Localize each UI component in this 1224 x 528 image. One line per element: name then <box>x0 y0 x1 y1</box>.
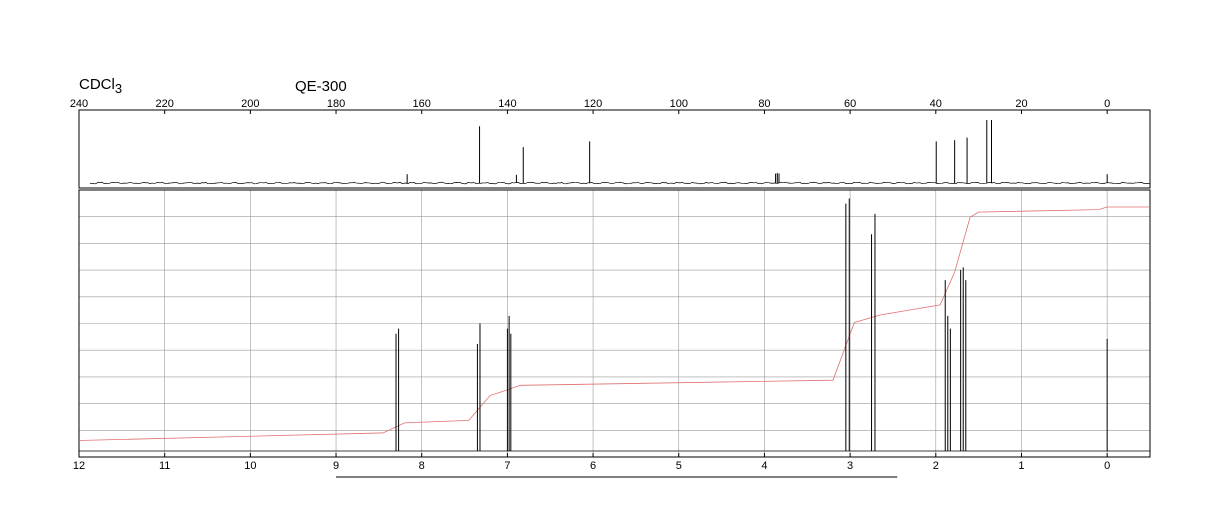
h1-tick-label: 5 <box>676 460 682 472</box>
c13-frame <box>78 109 1151 189</box>
h1-tick-label: 0 <box>1104 460 1110 472</box>
c13-tick-label: 40 <box>930 98 942 110</box>
c13-tick-label: 240 <box>70 98 88 110</box>
c13-tick-label: 0 <box>1104 98 1110 110</box>
h1-tick-label: 7 <box>504 460 510 472</box>
c13-tick-label: 60 <box>844 98 856 110</box>
c13-tick-label: 120 <box>584 98 602 110</box>
c13-tick-label: 220 <box>156 98 174 110</box>
h1-tick-label: 2 <box>933 460 939 472</box>
c13-tick-label: 200 <box>241 98 259 110</box>
h1-tick-label: 8 <box>419 460 425 472</box>
h1-tick-label: 3 <box>847 460 853 472</box>
c13-tick-label: 160 <box>413 98 431 110</box>
nmr-figure: 240 220 200 180 160 140 120 100 80 60 40 20 012 11 10 9… <box>70 98 1151 478</box>
c13-tick-label: 80 <box>758 98 770 110</box>
c13-tick-label: 20 <box>1015 98 1027 110</box>
h1-tick-label: 9 <box>333 460 339 472</box>
c13-tick-label: 100 <box>670 98 688 110</box>
h1-tick-label: 11 <box>159 460 170 472</box>
c13-tick-label: 180 <box>327 98 345 110</box>
h1-tick-label: 1 <box>1018 460 1024 472</box>
h1-tick-label: 10 <box>244 460 256 472</box>
h1-tick-label: 4 <box>761 460 767 472</box>
h1-tick-label: 6 <box>590 460 596 472</box>
c13-tick-label: 140 <box>498 98 516 110</box>
h1-tick-label: 12 <box>73 460 85 472</box>
